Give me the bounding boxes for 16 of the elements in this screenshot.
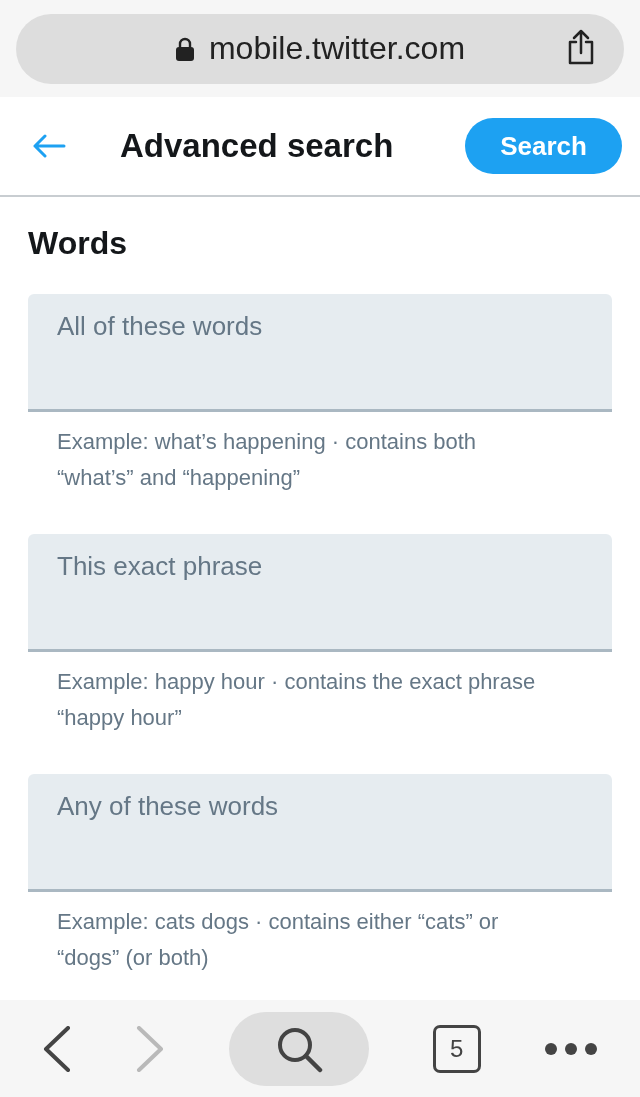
address-bar[interactable]: mobile.twitter.com (16, 13, 624, 84)
more-icon[interactable] (544, 1041, 599, 1056)
page-title: Advanced search (120, 127, 395, 165)
back-icon[interactable] (41, 1025, 72, 1072)
example-hint: Example: happy hour · contains the exact phrase “happy hour” (56, 668, 537, 732)
example-hint: Example: what’s happening · contains both “what’s” and “happening” (56, 428, 478, 492)
lock-icon (174, 36, 195, 61)
back-arrow-icon[interactable] (32, 134, 66, 158)
tabs-button[interactable]: 5 (432, 1024, 481, 1073)
input-field[interactable]: Any of these words (28, 774, 612, 892)
share-icon[interactable] (566, 28, 596, 65)
input-field[interactable]: All of these words (28, 294, 612, 412)
section-heading: Words (28, 225, 128, 262)
example-hint: Example: cats dogs · contains either “cats” or “dogs” (or both) (56, 908, 500, 972)
address-text: mobile.twitter.com (208, 30, 466, 67)
input-field[interactable]: This exact phrase (28, 534, 612, 652)
